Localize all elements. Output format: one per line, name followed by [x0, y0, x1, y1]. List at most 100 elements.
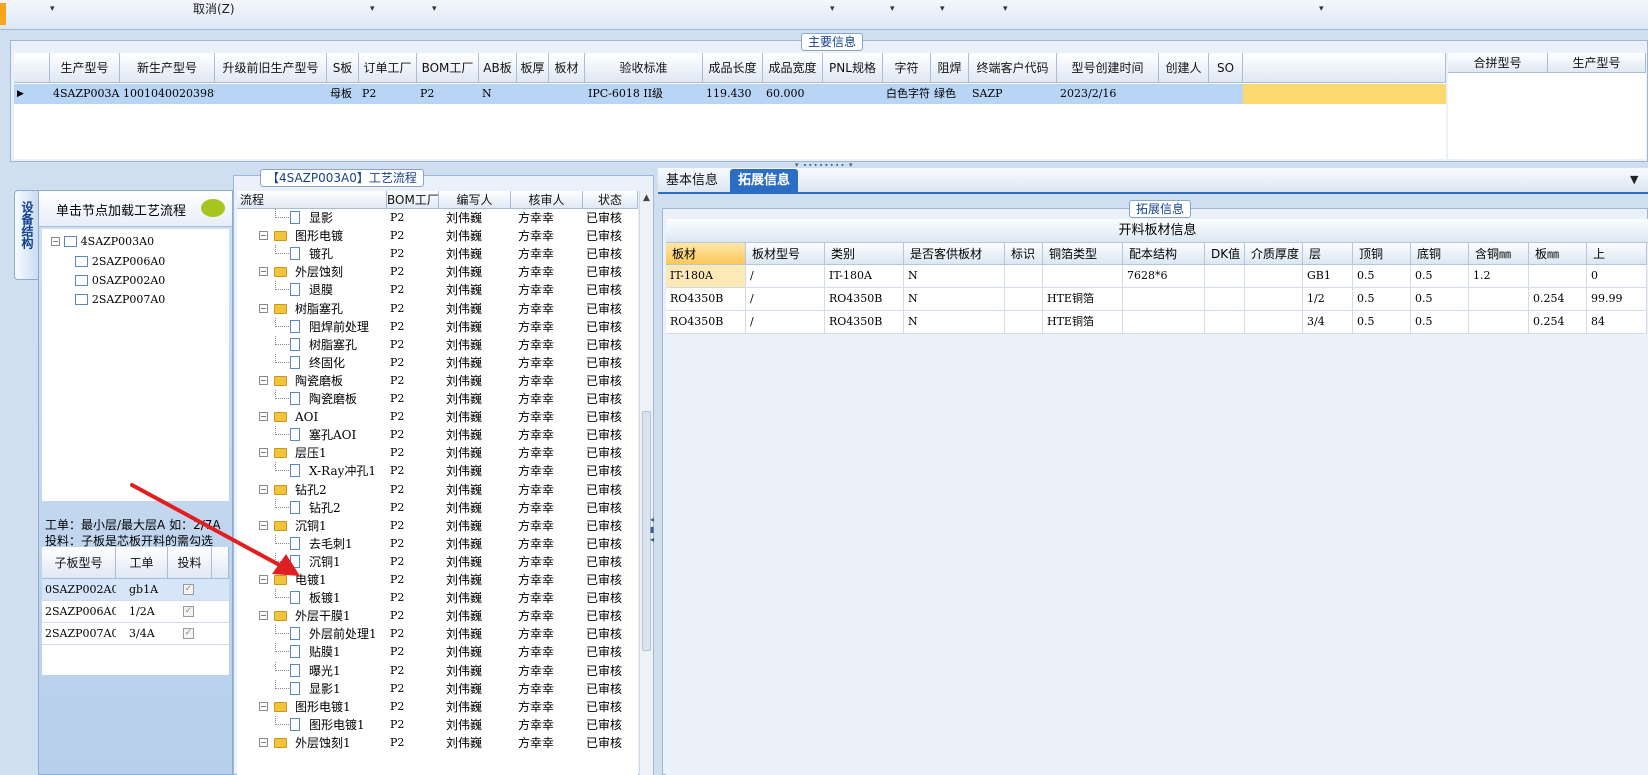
merge-col-header[interactable]: 合拼型号: [1448, 53, 1548, 73]
table-cell[interactable]: [1159, 84, 1209, 104]
collapse-icon[interactable]: −: [259, 231, 268, 241]
material-col-header[interactable]: 上: [1587, 243, 1647, 265]
collapse-icon[interactable]: −: [259, 701, 268, 711]
material-col-header[interactable]: 铜箔类型: [1043, 243, 1123, 265]
table-cell[interactable]: IPC-6018 II级: [585, 84, 703, 104]
column-header[interactable]: 板厚: [517, 53, 549, 83]
material-cell[interactable]: [1469, 311, 1529, 334]
tree-child-node[interactable]: 2SAZP006A0: [75, 254, 165, 268]
merge-col-header[interactable]: 生产型号: [1548, 53, 1646, 73]
tree-child-node[interactable]: 0SAZP002A0: [75, 273, 165, 287]
column-header[interactable]: 升级前旧生产型号: [215, 53, 327, 83]
material-col-header[interactable]: 介质厚度: [1245, 243, 1303, 265]
material-cell[interactable]: 99.99: [1587, 288, 1647, 311]
column-header[interactable]: 新生产型号: [120, 53, 215, 83]
process-row[interactable]: − 树脂塞孔 P2 刘伟巍 方幸幸 已审核: [237, 300, 638, 318]
chevron-down-icon[interactable]: ▾: [940, 4, 945, 14]
material-cell[interactable]: [1205, 311, 1245, 334]
vertical-tab-structure[interactable]: 设备结构: [14, 190, 39, 280]
process-row[interactable]: 显影1 P2 刘伟巍 方幸幸 已审核: [237, 679, 638, 698]
process-col-header[interactable]: 流程: [237, 191, 387, 209]
feed-checkbox[interactable]: ✓: [183, 628, 194, 639]
material-cell[interactable]: /: [746, 288, 825, 311]
material-cell[interactable]: 0.254: [1529, 311, 1587, 334]
material-cell[interactable]: 0.5: [1411, 288, 1469, 311]
column-header[interactable]: AB板: [479, 53, 517, 83]
collapse-icon[interactable]: −: [259, 448, 268, 458]
column-header[interactable]: 创建人: [1159, 53, 1209, 83]
material-cell[interactable]: IT-180A: [666, 265, 746, 288]
material-cell[interactable]: 0.254: [1529, 288, 1587, 311]
chevron-down-icon[interactable]: ▾: [432, 4, 437, 14]
feed-checkbox[interactable]: ✓: [183, 606, 194, 617]
table-cell[interactable]: N: [479, 84, 517, 104]
process-row[interactable]: 外层前处理1 P2 刘伟巍 方幸幸 已审核: [237, 625, 638, 643]
column-header[interactable]: 验收标准: [585, 53, 703, 83]
material-col-header[interactable]: 层: [1303, 243, 1353, 265]
sub-board-row[interactable]: 2SAZP007A0 3/4A ✓: [42, 623, 229, 645]
material-cell[interactable]: [1245, 265, 1303, 288]
material-col-header[interactable]: 顶铜: [1353, 243, 1411, 265]
scroll-up-icon[interactable]: ▲: [640, 191, 653, 205]
process-row[interactable]: 图形电镀1 P2 刘伟巍 方幸幸 已审核: [237, 715, 638, 734]
chevron-down-icon[interactable]: ▾: [370, 4, 375, 14]
material-cell[interactable]: RO4350B: [825, 311, 904, 334]
column-header[interactable]: 终端客户代码: [969, 53, 1057, 83]
column-header[interactable]: SO: [1209, 53, 1243, 83]
material-cell[interactable]: N: [904, 265, 1005, 288]
process-row[interactable]: − 外层蚀刻1 P2 刘伟巍 方幸幸 已审核: [237, 734, 638, 752]
process-row[interactable]: 树脂塞孔 P2 刘伟巍 方幸幸 已审核: [237, 335, 638, 354]
process-row[interactable]: 终固化 P2 刘伟巍 方幸幸 已审核: [237, 353, 638, 372]
table-cell[interactable]: 60.000: [763, 84, 823, 104]
material-cell[interactable]: N: [904, 311, 1005, 334]
material-col-header[interactable]: 底铜: [1411, 243, 1469, 265]
material-cell[interactable]: [1529, 265, 1587, 288]
material-cell[interactable]: [1005, 288, 1043, 311]
chevron-down-icon[interactable]: ▾: [50, 4, 55, 14]
cancel-button[interactable]: 取消(Z): [193, 0, 235, 17]
process-row[interactable]: 陶瓷磨板 P2 刘伟巍 方幸幸 已审核: [237, 390, 638, 408]
sub-board-order[interactable]: 3/4A: [126, 624, 168, 644]
process-row[interactable]: 板镀1 P2 刘伟巍 方幸幸 已审核: [237, 589, 638, 607]
material-cell[interactable]: [1123, 288, 1205, 311]
material-cell[interactable]: 0.5: [1353, 288, 1411, 311]
process-row[interactable]: 镀孔 P2 刘伟巍 方幸幸 已审核: [237, 245, 638, 263]
collapse-icon[interactable]: −: [259, 412, 268, 422]
material-col-header[interactable]: DK值: [1205, 243, 1245, 265]
process-row[interactable]: − 外层蚀刻 P2 刘伟巍 方幸幸 已审核: [237, 263, 638, 281]
material-cell[interactable]: RO4350B: [666, 288, 746, 311]
material-cell[interactable]: 7628*6: [1123, 265, 1205, 288]
collapse-icon[interactable]: −: [51, 237, 60, 246]
column-header[interactable]: BOM工厂: [417, 53, 479, 83]
column-header[interactable]: S板: [327, 53, 359, 83]
material-col-header[interactable]: 板材: [666, 243, 746, 265]
material-cell[interactable]: GB1: [1303, 265, 1353, 288]
chevron-down-icon[interactable]: ▾: [890, 4, 895, 14]
material-cell[interactable]: /: [746, 265, 825, 288]
tab-menu-chevron-icon[interactable]: ▼: [1630, 173, 1638, 186]
process-row[interactable]: 阻焊前处理 P2 刘伟巍 方幸幸 已审核: [237, 317, 638, 336]
material-cell[interactable]: 0.5: [1353, 265, 1411, 288]
material-cell[interactable]: [1469, 288, 1529, 311]
process-row[interactable]: − 外层干膜1 P2 刘伟巍 方幸幸 已审核: [237, 607, 638, 625]
process-row[interactable]: − 陶瓷磨板 P2 刘伟巍 方幸幸 已审核: [237, 372, 638, 390]
material-cell[interactable]: HTE铜箔: [1043, 311, 1123, 334]
table-cell[interactable]: [215, 84, 327, 104]
process-row[interactable]: − 图形电镀 P2 刘伟巍 方幸幸 已审核: [237, 227, 638, 245]
material-cell[interactable]: [1245, 311, 1303, 334]
sub-board-row[interactable]: 2SAZP006A0 1/2A ✓: [42, 601, 229, 623]
collapse-icon[interactable]: −: [259, 737, 268, 747]
material-col-header[interactable]: 标识: [1005, 243, 1043, 265]
material-col-header[interactable]: 板㎜: [1529, 243, 1587, 265]
collapse-icon[interactable]: −: [259, 303, 268, 313]
process-col-header[interactable]: BOM工厂: [387, 191, 439, 209]
table-cell[interactable]: 绿色: [931, 84, 969, 104]
material-cell[interactable]: [1123, 311, 1205, 334]
column-header[interactable]: 成品宽度: [763, 53, 823, 83]
process-row[interactable]: − 图形电镀1 P2 刘伟巍 方幸幸 已审核: [237, 698, 638, 716]
tab-extended-info[interactable]: 拓展信息: [730, 169, 799, 193]
material-cell[interactable]: 0.5: [1411, 265, 1469, 288]
table-cell[interactable]: [1209, 84, 1243, 104]
table-cell[interactable]: 白色字符: [883, 84, 931, 104]
column-header[interactable]: 板材: [549, 53, 585, 83]
